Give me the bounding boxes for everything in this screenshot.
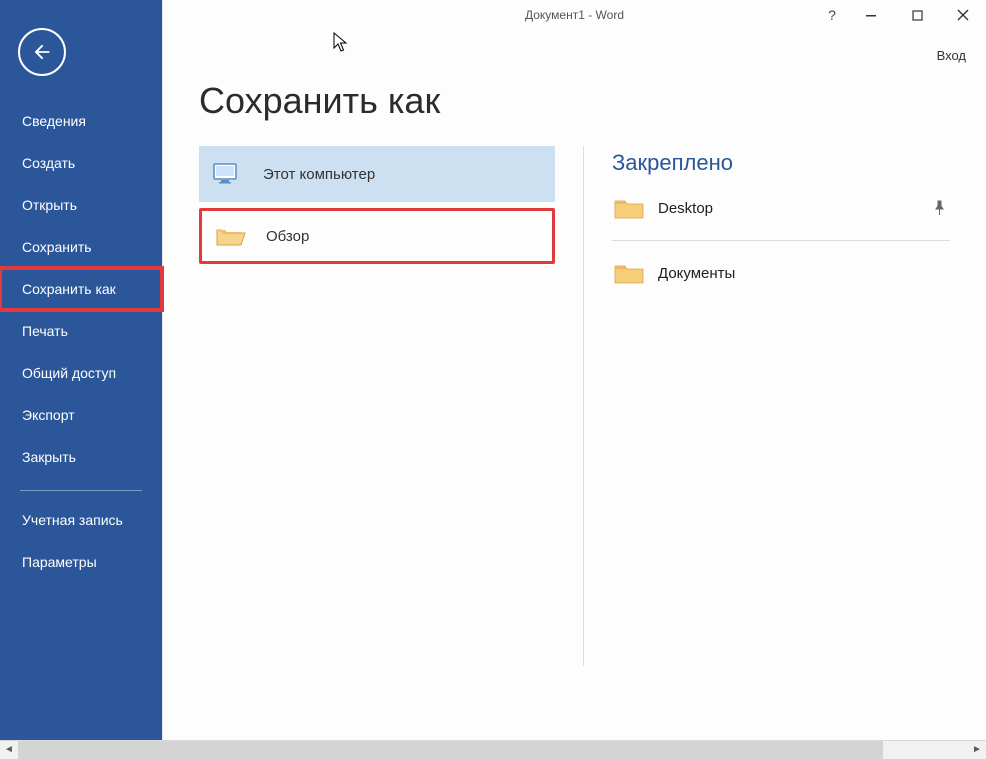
sidebar-item-info[interactable]: Сведения — [0, 100, 162, 142]
sidebar-item-new[interactable]: Создать — [0, 142, 162, 184]
content: Сведения Создать Открыть Сохранить Сохра… — [0, 0, 986, 740]
horizontal-scrollbar[interactable]: ◄ ► — [0, 740, 986, 758]
sidebar-item-close[interactable]: Закрыть — [0, 436, 162, 478]
location-label: Этот компьютер — [263, 166, 375, 183]
folder-icon — [612, 259, 646, 287]
folder-icon — [612, 194, 646, 222]
scroll-thumb[interactable] — [18, 741, 883, 759]
column-divider — [583, 146, 584, 666]
location-label: Обзор — [266, 228, 309, 245]
save-locations-list: Этот компьютер Обзор — [199, 146, 555, 666]
scroll-left-button[interactable]: ◄ — [0, 741, 18, 759]
scroll-right-button[interactable]: ► — [968, 741, 986, 759]
save-as-columns: Этот компьютер Обзор — [199, 146, 950, 666]
arrow-left-icon — [31, 41, 53, 63]
main-panel: Документ1 - Word ? Вход — [162, 0, 986, 740]
window-controls: ? — [816, 0, 986, 30]
location-this-computer[interactable]: Этот компьютер — [199, 146, 555, 202]
sidebar-item-save-as[interactable]: Сохранить как — [0, 268, 162, 310]
page-title: Сохранить как — [199, 80, 950, 122]
sidebar-item-account[interactable]: Учетная запись — [0, 499, 162, 541]
sidebar-item-save[interactable]: Сохранить — [0, 226, 162, 268]
pinned-folder-desktop[interactable]: Desktop — [612, 186, 950, 230]
folder-open-icon — [214, 222, 248, 250]
back-button[interactable] — [18, 28, 66, 76]
sidebar-divider — [20, 490, 142, 491]
help-button[interactable]: ? — [816, 0, 848, 30]
sign-in-link[interactable]: Вход — [937, 48, 966, 63]
pinned-heading: Закреплено — [612, 150, 950, 176]
scroll-track[interactable] — [18, 741, 968, 759]
backstage-sidebar: Сведения Создать Открыть Сохранить Сохра… — [0, 0, 162, 740]
sidebar-item-export[interactable]: Экспорт — [0, 394, 162, 436]
sidebar-menu: Сведения Создать Открыть Сохранить Сохра… — [0, 100, 162, 583]
close-icon — [957, 9, 969, 21]
sidebar-item-print[interactable]: Печать — [0, 310, 162, 352]
location-browse[interactable]: Обзор — [199, 208, 555, 264]
folder-label: Desktop — [658, 200, 920, 217]
titlebar: Документ1 - Word ? Вход — [163, 0, 986, 48]
recent-folder-documents[interactable]: Документы — [612, 251, 950, 295]
save-as-page: Сохранить как — [163, 48, 986, 666]
maximize-button[interactable] — [894, 0, 940, 30]
computer-icon — [211, 160, 245, 188]
pin-icon[interactable] — [932, 200, 946, 216]
minimize-button[interactable] — [848, 0, 894, 30]
sidebar-item-share[interactable]: Общий доступ — [0, 352, 162, 394]
window-title: Документ1 - Word — [525, 8, 624, 22]
sidebar-item-open[interactable]: Открыть — [0, 184, 162, 226]
close-button[interactable] — [940, 0, 986, 30]
app-window: Сведения Создать Открыть Сохранить Сохра… — [0, 0, 986, 758]
minimize-icon — [865, 9, 877, 21]
section-divider — [612, 240, 950, 241]
folders-column: Закреплено Desktop — [612, 146, 950, 666]
folder-label: Документы — [658, 265, 950, 282]
sidebar-item-options[interactable]: Параметры — [0, 541, 162, 583]
maximize-icon — [912, 10, 923, 21]
